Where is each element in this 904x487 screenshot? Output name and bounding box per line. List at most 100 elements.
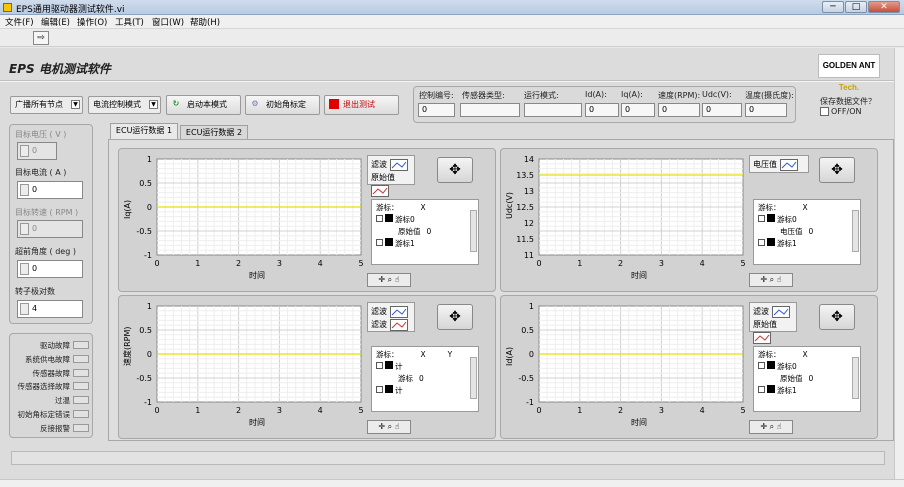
window-title: EPS通用驱动器测试软件.vi [16, 5, 125, 15]
hand-icon[interactable]: ☝ [777, 422, 782, 431]
legend-item[interactable]: 滤波 [371, 158, 411, 171]
expand-icon[interactable] [376, 362, 383, 369]
lead-angle-input[interactable]: 0 [17, 260, 83, 278]
pan-navigation-icon[interactable]: ✥ [819, 157, 855, 183]
expand-icon[interactable] [758, 362, 765, 369]
menu-window[interactable]: 窗口(W) [152, 16, 184, 28]
spinner-icon[interactable] [20, 145, 29, 157]
cursor-scrollbar[interactable] [852, 357, 859, 399]
spinner-icon[interactable] [20, 263, 29, 275]
expand-icon[interactable] [758, 215, 765, 222]
menu-file[interactable]: 文件(F) [5, 16, 34, 28]
legend-item[interactable]: 滤波 [371, 305, 411, 318]
plot-legend[interactable]: 滤波 原始值 [367, 155, 415, 197]
spinner-icon[interactable] [20, 303, 29, 315]
spinner-icon[interactable] [20, 223, 29, 235]
crosshair-icon[interactable]: ✛ [378, 422, 385, 431]
plot-tools-palette[interactable]: ✛ ⌕ ☝ [367, 420, 411, 434]
maximize-button[interactable]: □ [845, 1, 867, 13]
x-tick-label: 0 [154, 406, 159, 415]
expand-icon[interactable] [758, 239, 765, 246]
cursor-scrollbar[interactable] [852, 210, 859, 252]
fault-label: 传感器选择故障 [17, 382, 71, 392]
plot-tools-palette[interactable]: ✛ ⌕ ☝ [749, 273, 793, 287]
expand-icon[interactable] [376, 239, 383, 246]
cursor-legend[interactable]: 游标： X Y 计游标 0 计 [371, 346, 479, 412]
control-id-value: 0 [418, 103, 455, 117]
save-file-checkbox[interactable] [820, 107, 829, 116]
zoom-icon[interactable]: ⌕ [770, 422, 774, 431]
legend-item[interactable]: 滤波 [753, 305, 793, 318]
menu-edit[interactable]: 编辑(E) [41, 16, 70, 28]
fault-label: 反接报警 [40, 423, 70, 433]
zoom-icon[interactable]: ⌕ [770, 275, 774, 284]
pan-navigation-icon[interactable]: ✥ [437, 304, 473, 330]
pole-pairs-input[interactable]: 4 [17, 300, 83, 318]
x-tick-label: 3 [659, 259, 664, 268]
menu-operate[interactable]: 操作(O) [77, 16, 107, 28]
cursor-row[interactable]: 原始值 0 [376, 226, 474, 238]
target-speed-input[interactable]: 0 [17, 220, 83, 238]
cursor-row[interactable]: 游标0 [758, 214, 856, 226]
cursor-row[interactable]: 游标0 [758, 361, 856, 373]
cursor-scrollbar[interactable] [470, 357, 477, 399]
legend-item[interactable]: 原始值 [371, 171, 411, 197]
menu-help[interactable]: 帮助(H) [190, 16, 220, 28]
plot-legend[interactable]: 电压值 [749, 155, 809, 173]
cursor-row[interactable]: 游标1 [758, 385, 856, 397]
exit-test-button[interactable]: 退出测试 [324, 95, 399, 115]
pan-navigation-icon[interactable]: ✥ [437, 157, 473, 183]
cursor-row[interactable]: 游标0 [376, 373, 474, 385]
horizontal-scrollbar[interactable] [0, 479, 904, 487]
hand-icon[interactable]: ☝ [777, 275, 782, 284]
cursor-row[interactable]: 原始值 0 [758, 373, 856, 385]
cursor-scrollbar[interactable] [470, 210, 477, 252]
cursor-legend[interactable]: 游标： X 游标0 原始值 0 游标1 [753, 346, 861, 412]
x-tick-label: 2 [618, 406, 623, 415]
cursor-row[interactable]: 游标1 [376, 238, 474, 250]
x-tick-label: 4 [318, 406, 323, 415]
cursor-row[interactable]: 计 [376, 361, 474, 373]
legend-item[interactable]: 滤波 [371, 318, 411, 331]
target-current-input[interactable]: 0 [17, 181, 83, 199]
status-label: Iq(A): [621, 90, 643, 99]
cursor-legend[interactable]: 游标： X 游标0 原始值 0 游标1 [371, 199, 479, 265]
crosshair-icon[interactable]: ✛ [378, 275, 385, 284]
cursor-row[interactable]: 游标1 [758, 238, 856, 250]
spinner-icon[interactable] [20, 184, 29, 196]
zoom-icon[interactable]: ⌕ [388, 275, 392, 284]
cursor-row[interactable]: 游标0 [376, 214, 474, 226]
crosshair-icon[interactable]: ✛ [760, 275, 767, 284]
expand-icon[interactable] [758, 386, 765, 393]
cursor-row[interactable]: 电压值 0 [758, 226, 856, 238]
tab-ecu-data-1[interactable]: ECU运行数据 1 [110, 123, 178, 139]
vertical-scrollbar[interactable] [894, 48, 904, 479]
exit-test-label: 退出测试 [343, 100, 375, 109]
graph-panel: 14 13.5 13 12.5 12 11.5 11 0 1 2 3 4 5 时间 Udc(V) 电压值 ✥ 游标… [500, 148, 878, 292]
hand-icon[interactable]: ☝ [395, 275, 400, 284]
tab-ecu-data-2[interactable]: ECU运行数据 2 [180, 125, 248, 139]
plot-legend[interactable]: 滤波 原始值 [749, 302, 797, 344]
plot-legend[interactable]: 滤波 滤波 [367, 302, 415, 332]
menu-tools[interactable]: 工具(T) [115, 16, 144, 28]
expand-icon[interactable] [376, 386, 383, 393]
broadcast-nodes-select[interactable]: 广播所有节点 ▼ [10, 96, 83, 114]
pan-navigation-icon[interactable]: ✥ [819, 304, 855, 330]
control-mode-select[interactable]: 电流控制模式 ▼ [88, 96, 161, 114]
legend-item[interactable]: 电压值 [753, 158, 805, 171]
run-arrow-icon[interactable]: ⇨ [33, 31, 49, 45]
legend-item[interactable]: 原始值 [753, 318, 793, 344]
crosshair-icon[interactable]: ✛ [760, 422, 767, 431]
hand-icon[interactable]: ☝ [395, 422, 400, 431]
zoom-icon[interactable]: ⌕ [388, 422, 392, 431]
close-button[interactable]: ✕ [868, 1, 900, 13]
target-voltage-input[interactable]: 0 [17, 142, 57, 160]
cursor-row[interactable]: 计 [376, 385, 474, 397]
plot-tools-palette[interactable]: ✛ ⌕ ☝ [367, 273, 411, 287]
init-angle-button[interactable]: ⚙ 初始角标定 [245, 95, 320, 115]
expand-icon[interactable] [376, 215, 383, 222]
plot-tools-palette[interactable]: ✛ ⌕ ☝ [749, 420, 793, 434]
start-mode-button[interactable]: ↻ 启动本模式 [166, 95, 241, 115]
minimize-button[interactable]: ─ [822, 1, 844, 13]
cursor-legend[interactable]: 游标： X 游标0 电压值 0 游标1 [753, 199, 861, 265]
